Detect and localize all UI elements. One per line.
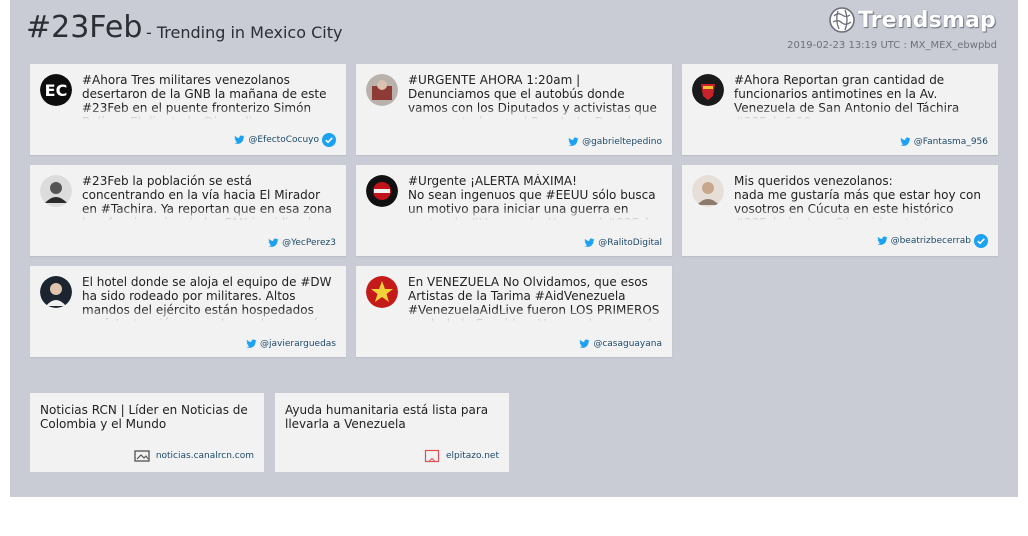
tweet-card[interactable]: #Urgente ¡ALERTA MÁXIMA! No sean ingenuo… <box>356 165 672 256</box>
twitter-bird-icon <box>234 135 245 144</box>
trend-location: - Trending in Mexico City <box>146 23 343 42</box>
avatar[interactable] <box>40 175 72 207</box>
verified-badge-icon <box>974 234 988 248</box>
trendsmap-logo[interactable]: Trendsmap <box>828 6 996 34</box>
tweet-text: #Urgente ¡ALERTA MÁXIMA! No sean ingenuo… <box>408 174 660 222</box>
tweet-handle[interactable]: @casaguayana <box>593 339 662 349</box>
page-title[interactable]: #23Feb <box>26 10 142 46</box>
verified-badge-icon <box>322 133 336 147</box>
tweet-card[interactable]: #URGENTE AHORA 1:20am | Denunciamos que … <box>356 64 672 155</box>
twitter-bird-icon <box>268 238 279 247</box>
link-title: Noticias RCN | Líder en Noticias de Colo… <box>40 403 248 431</box>
page-icon <box>424 449 440 463</box>
avatar[interactable] <box>366 175 398 207</box>
tweet-card[interactable]: Mis queridos venezolanos: nada me gustar… <box>682 165 998 256</box>
tweet-handle[interactable]: @EfectoCocuyo <box>248 135 319 145</box>
tweet-handle[interactable]: @javierarguedas <box>260 339 336 349</box>
tweet-handle[interactable]: @YecPerez3 <box>282 238 336 248</box>
tweet-card[interactable]: #Ahora Reportan gran cantidad de funcion… <box>682 64 998 155</box>
tweet-text: #23Feb la población se está concentrando… <box>82 174 334 222</box>
twitter-bird-icon <box>900 137 911 146</box>
trend-panel: #23Feb - Trending in Mexico City Trendsm… <box>10 0 1018 497</box>
tweet-text: El hotel donde se aloja el equipo de #DW… <box>82 275 334 323</box>
twitter-bird-icon <box>584 238 595 247</box>
link-card[interactable]: Ayuda humanitaria está lista para llevar… <box>275 393 509 472</box>
brand-name: Trendsmap <box>857 7 996 33</box>
tweet-text: #URGENTE AHORA 1:20am | Denunciamos que … <box>408 73 660 121</box>
avatar[interactable]: EC <box>40 74 72 106</box>
twitter-bird-icon <box>246 339 257 348</box>
twitter-bird-icon <box>876 236 888 245</box>
tweet-card[interactable]: En VENEZUELA No Olvidamos, que esos Arti… <box>356 266 672 357</box>
avatar[interactable] <box>40 276 72 308</box>
tweet-text: Mis queridos venezolanos: nada me gustar… <box>734 174 986 222</box>
twitter-bird-icon <box>579 339 590 348</box>
tweet-card[interactable]: EC #Ahora Tres militares venezolanos des… <box>30 64 346 155</box>
tweet-handle[interactable]: @gabrieltepedino <box>582 137 662 147</box>
avatar[interactable] <box>366 74 398 106</box>
tweet-card[interactable]: #23Feb la población se está concentrando… <box>30 165 346 256</box>
avatar[interactable] <box>692 175 724 207</box>
timestamp-region: 2019-02-23 13:19 UTC : MX_MEX_ebwpbd <box>787 40 997 51</box>
avatar[interactable] <box>692 74 724 106</box>
tweet-handle[interactable]: @Fantasma_956 <box>914 137 988 147</box>
link-card[interactable]: Noticias RCN | Líder en Noticias de Colo… <box>30 393 264 472</box>
globe-icon <box>829 7 855 33</box>
tweet-text: #Ahora Tres militares venezolanos desert… <box>82 73 334 121</box>
link-title: Ayuda humanitaria está lista para llevar… <box>285 403 489 431</box>
tweet-text: #Ahora Reportan gran cantidad de funcion… <box>734 73 986 121</box>
svg-text:EC: EC <box>45 81 68 100</box>
tweet-handle[interactable]: @beatrizbecerrab <box>891 236 971 246</box>
link-domain[interactable]: elpitazo.net <box>446 451 499 461</box>
tweet-text: En VENEZUELA No Olvidamos, que esos Arti… <box>408 275 660 323</box>
tweet-handle[interactable]: @RalitoDigital <box>598 238 662 248</box>
twitter-bird-icon <box>568 137 579 146</box>
avatar[interactable] <box>366 276 398 308</box>
image-icon <box>134 450 150 462</box>
tweet-card[interactable]: El hotel donde se aloja el equipo de #DW… <box>30 266 346 357</box>
link-domain[interactable]: noticias.canalrcn.com <box>156 451 254 461</box>
